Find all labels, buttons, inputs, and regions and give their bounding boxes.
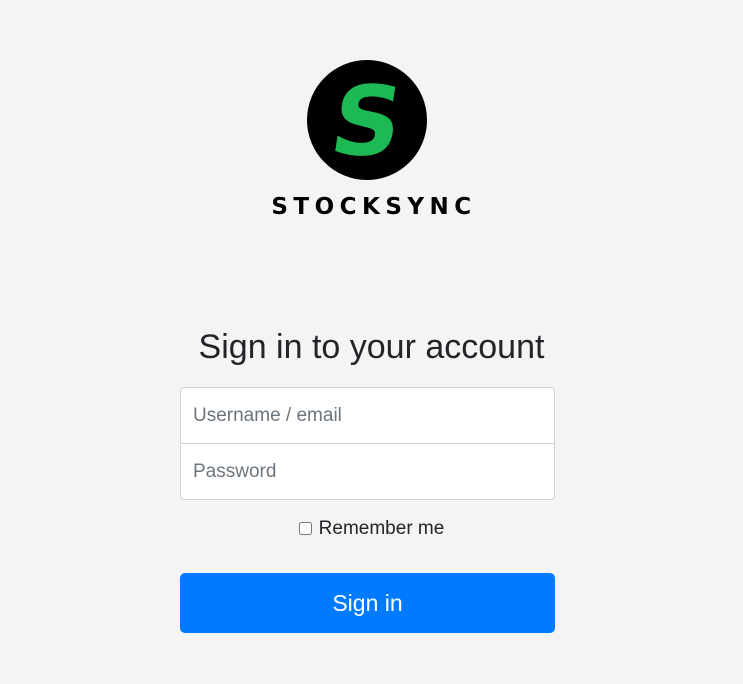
brand-wordmark: STOCKSYNC [271,194,477,220]
remember-me-checkbox[interactable] [298,521,312,535]
sign-in-button[interactable]: Sign in [180,573,555,633]
brand-logo: S [307,60,427,180]
remember-me-row: Remember me [0,516,743,542]
password-input[interactable] [180,443,555,500]
logo-letter: S [324,65,411,177]
stocksync-s-logo-icon: S [324,65,411,177]
credentials-group [180,387,555,500]
remember-me-label[interactable]: Remember me [319,518,445,540]
page-title: Sign in to your account [198,328,545,366]
username-input[interactable] [180,387,555,444]
